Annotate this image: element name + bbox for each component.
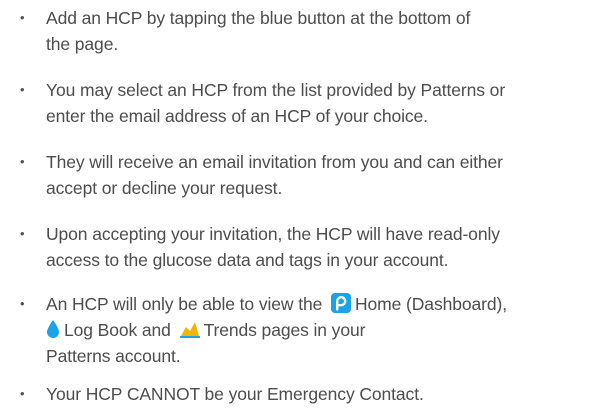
list-item-text: Your HCP CANNOT be your Emergency Contac… (46, 384, 424, 404)
bullet: • (20, 82, 25, 97)
bullet: • (20, 226, 25, 241)
patterns-home-icon (331, 293, 351, 313)
list-item-text: They will receive an email invitation fr… (46, 152, 503, 198)
list-item-text: An HCP will only be able to view the Hom… (46, 293, 507, 366)
bullet: • (20, 10, 25, 25)
list-item-text: Add an HCP by tapping the blue button at… (46, 8, 471, 54)
trends-icon (179, 319, 200, 339)
bullet: • (20, 154, 25, 169)
drop-icon (46, 319, 60, 339)
bullet: • (20, 296, 25, 311)
bullet: • (20, 386, 25, 401)
list-item-text: Upon accepting your invitation, the HCP … (46, 224, 500, 270)
list-item-text: You may select an HCP from the list prov… (46, 80, 506, 126)
